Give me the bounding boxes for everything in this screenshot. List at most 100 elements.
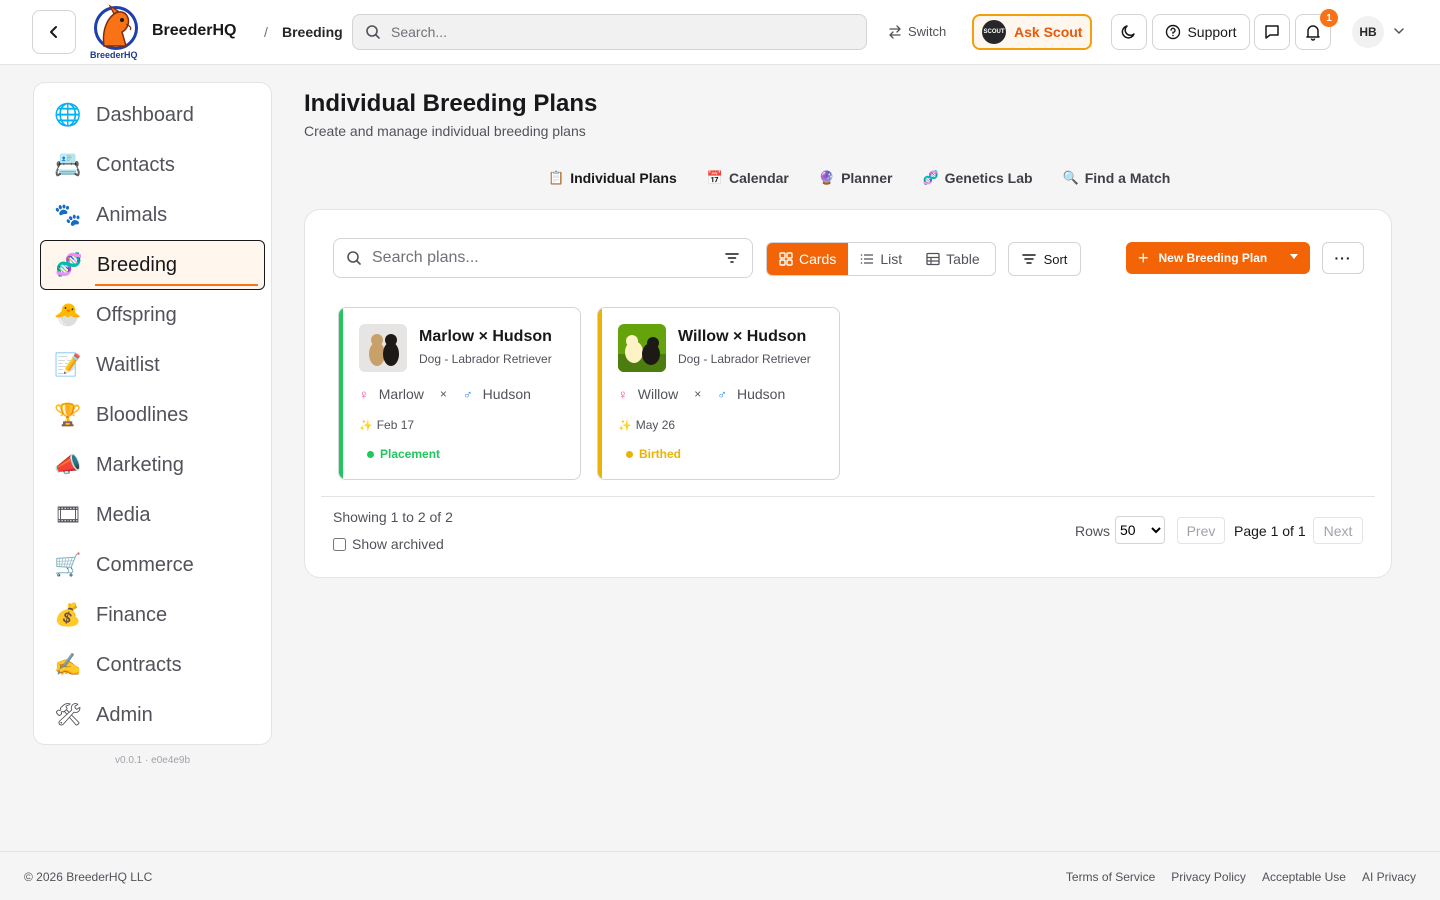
sidebar-item-marketing[interactable]: 📣 Marketing: [34, 440, 271, 490]
global-search-input[interactable]: [391, 24, 841, 40]
sidebar-item-label: Media: [96, 503, 151, 526]
theme-toggle-button[interactable]: [1111, 14, 1147, 50]
ask-scout-button[interactable]: SCOUT Ask Scout: [972, 14, 1092, 50]
page-title: Individual Breeding Plans: [304, 90, 598, 117]
sidebar-item-label: Finance: [96, 603, 168, 626]
sparkle-icon: ✨: [618, 419, 632, 432]
tab-find-a-match[interactable]: 🔍 Find a Match: [1063, 170, 1171, 186]
prev-page-button[interactable]: Prev: [1177, 517, 1225, 544]
messages-button[interactable]: [1254, 14, 1290, 50]
footer-links: Terms of Service Privacy Policy Acceptab…: [1066, 870, 1416, 884]
plans-panel: Cards List Table Sort + New Breeding Pla…: [304, 209, 1392, 578]
sparkle-icon: ✨: [359, 419, 373, 432]
plan-title: Willow × Hudson: [678, 328, 807, 345]
view-list-button[interactable]: List: [848, 243, 914, 275]
sidebar-item-admin[interactable]: 🛠 Admin: [34, 690, 271, 740]
global-search[interactable]: [352, 14, 867, 50]
switch-label: Switch: [908, 24, 947, 39]
terms-link[interactable]: Terms of Service: [1066, 870, 1155, 884]
view-table-label: Table: [946, 251, 980, 267]
plan-search[interactable]: [333, 238, 753, 278]
show-archived-toggle[interactable]: Show archived: [333, 536, 444, 552]
sidebar-item-finance[interactable]: 💰 Finance: [34, 590, 271, 640]
acceptable-use-link[interactable]: Acceptable Use: [1262, 870, 1346, 884]
sidebar-item-label: Dashboard: [96, 103, 194, 126]
plan-date-value: May 26: [635, 418, 676, 432]
rows-per-page-select[interactable]: 50: [1115, 516, 1165, 544]
breadcrumb[interactable]: Breeding: [282, 24, 343, 40]
chevron-left-icon: [50, 26, 57, 38]
page-info: Page 1 of 1: [1234, 523, 1306, 539]
contacts-icon: 📇: [54, 152, 82, 177]
male-icon: ♂: [462, 386, 473, 402]
dam-name: Marlow: [378, 386, 424, 402]
tab-planner[interactable]: 🔮 Planner: [819, 170, 893, 186]
sidebar-item-commerce[interactable]: 🛒 Commerce: [34, 540, 271, 590]
view-table-button[interactable]: Table: [914, 243, 991, 275]
sidebar-item-label: Animals: [96, 203, 168, 226]
showing-count: Showing 1 to 2 of 2: [333, 509, 453, 525]
brand-name[interactable]: BreederHQ: [152, 22, 236, 40]
sidebar-item-bloodlines[interactable]: 🏆 Bloodlines: [34, 390, 271, 440]
media-icon: 🎞: [54, 502, 82, 527]
scout-badge-icon: SCOUT: [982, 20, 1006, 44]
new-breeding-plan-button[interactable]: + New Breeding Plan: [1126, 242, 1310, 274]
next-page-button[interactable]: Next: [1313, 517, 1363, 544]
sidebar-item-label: Marketing: [96, 453, 184, 476]
sidebar-item-offspring[interactable]: 🐣 Offspring: [34, 290, 271, 340]
sidebar-item-dashboard[interactable]: 🌐 Dashboard: [34, 90, 271, 140]
footer: © 2026 BreederHQ LLC Terms of Service Pr…: [0, 851, 1440, 900]
breadcrumb-separator: /: [264, 24, 268, 40]
moon-icon: [1121, 25, 1135, 39]
avatar[interactable]: HB: [1352, 16, 1384, 48]
sidebar-item-breeding[interactable]: 🧬 Breeding: [40, 240, 265, 290]
logo-caption: BreederHQ: [90, 50, 138, 60]
sort-button[interactable]: Sort: [1008, 242, 1081, 276]
sire-name: Hudson: [482, 386, 531, 402]
cross-symbol: ×: [694, 387, 702, 401]
sire-name: Hudson: [736, 386, 786, 402]
sidebar-item-waitlist[interactable]: 📝 Waitlist: [34, 340, 271, 390]
show-archived-checkbox[interactable]: [333, 537, 346, 551]
bloodlines-icon: 🏆: [54, 402, 82, 427]
tab-label: Planner: [841, 170, 893, 186]
sidebar-item-animals[interactable]: 🐾 Animals: [34, 190, 271, 240]
plan-search-input[interactable]: [372, 249, 714, 267]
caret-down-icon[interactable]: [1290, 254, 1298, 259]
sidebar-item-contacts[interactable]: 📇 Contacts: [34, 140, 271, 190]
table-icon: [926, 252, 940, 266]
search-icon: [366, 25, 380, 39]
tab-label: Individual Plans: [570, 170, 677, 186]
find-a-match-icon: 🔍: [1062, 170, 1079, 185]
view-list-label: List: [880, 251, 903, 267]
plan-card[interactable]: Willow × Hudson Dog - Labrador Retriever ♀…: [597, 307, 840, 480]
sidebar-item-label: Commerce: [96, 553, 194, 576]
tab-individual-plans[interactable]: 📋 Individual Plans: [548, 170, 677, 186]
switch-button[interactable]: Switch: [888, 24, 946, 39]
support-button[interactable]: Support: [1152, 14, 1250, 50]
filter-icon[interactable]: [724, 250, 740, 266]
sidebar-item-label: Bloodlines: [96, 403, 189, 426]
page-subtitle: Create and manage individual breeding pl…: [304, 123, 586, 139]
sort-label: Sort: [1043, 251, 1068, 267]
sidebar-item-contracts[interactable]: ✍ Contracts: [34, 640, 271, 690]
sidebar-item-label: Contacts: [96, 153, 175, 176]
swap-icon: [889, 24, 901, 39]
plan-date: ✨ May 26: [618, 418, 675, 432]
ask-scout-label: Ask Scout: [1014, 24, 1083, 40]
version-label: v0.0.1 · e0e4e9b: [115, 755, 191, 766]
chevron-down-icon[interactable]: [1392, 24, 1406, 38]
privacy-link[interactable]: Privacy Policy: [1171, 870, 1246, 884]
tab-genetics-lab[interactable]: 🧬 Genetics Lab: [922, 170, 1032, 186]
plan-card[interactable]: Marlow × Hudson Dog - Labrador Retriever ♀…: [338, 307, 581, 480]
ai-privacy-link[interactable]: AI Privacy: [1362, 870, 1416, 884]
more-options-button[interactable]: ···: [1322, 242, 1364, 274]
notifications-button[interactable]: 1: [1295, 9, 1338, 50]
back-button[interactable]: [32, 10, 76, 54]
tab-calendar[interactable]: 📅 Calendar: [707, 170, 789, 186]
cross-symbol: ×: [439, 387, 447, 401]
status-dot: [626, 450, 633, 458]
sidebar-item-media[interactable]: 🎞 Media: [34, 490, 271, 540]
view-cards-button[interactable]: Cards: [767, 243, 849, 275]
individual-plans-icon: 📋: [548, 170, 565, 185]
